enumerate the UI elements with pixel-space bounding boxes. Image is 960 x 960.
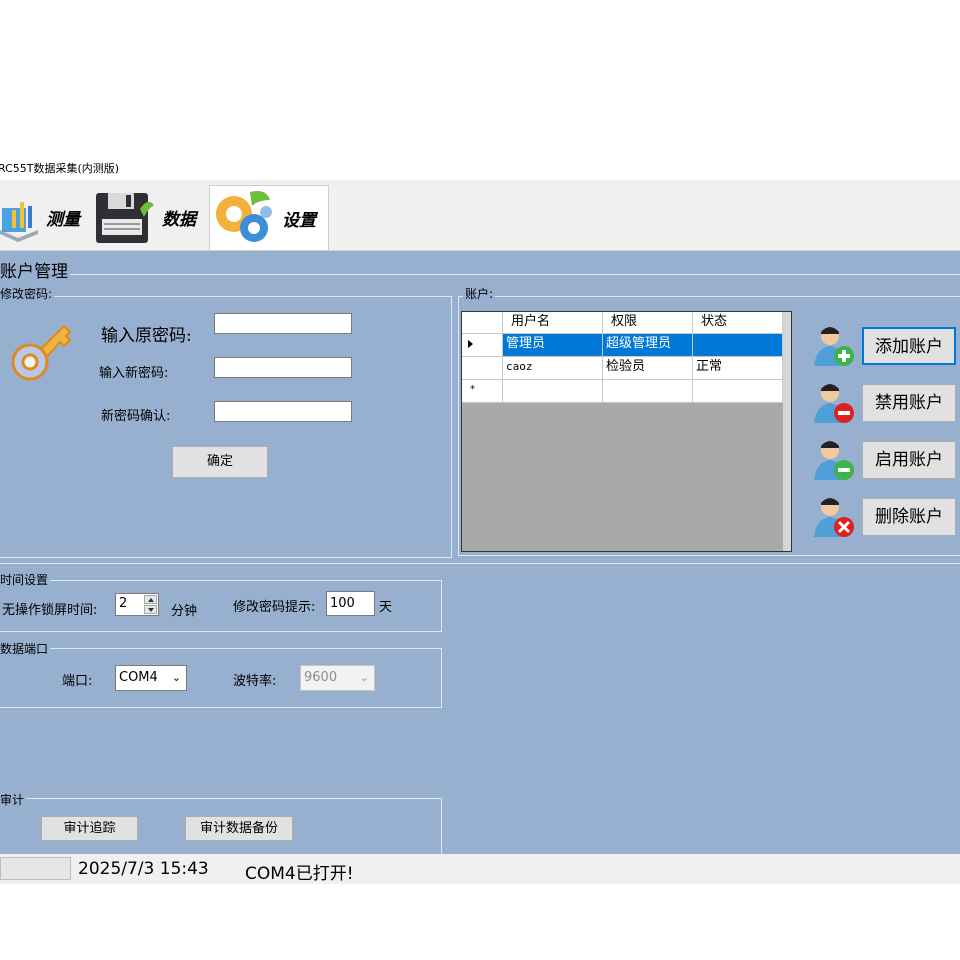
status-bar: 2025/7/3 15:43 COM4已打开! [0, 854, 960, 884]
chevron-up-icon [148, 598, 154, 602]
lock-time-unit: 分钟 [171, 604, 198, 619]
disable-user-icon [814, 384, 854, 423]
measure-icon [0, 202, 38, 242]
table-row-cell-permission[interactable]: 超级管理员 [603, 334, 693, 357]
delete-account-button[interactable]: 删除账户 [862, 498, 956, 536]
confirm-password-input[interactable] [214, 401, 352, 422]
audit-title: 审计 [0, 793, 27, 807]
chevron-down-icon: ⌄ [359, 671, 369, 684]
port-select[interactable]: COM4 ⌄ [115, 665, 187, 691]
new-password-label: 输入新密码: [99, 366, 169, 381]
old-password-input[interactable] [214, 313, 352, 334]
row-header-selected[interactable] [462, 334, 503, 357]
change-password-title: 修改密码: [0, 287, 55, 301]
tab-data[interactable]: 数据 [94, 185, 208, 249]
main-toolbar: 测量 数据 设置 [0, 180, 960, 251]
delete-user-icon [814, 498, 854, 537]
old-password-label: 输入原密码: [101, 326, 192, 346]
baud-rate-value: 9600 [304, 670, 338, 685]
new-password-input[interactable] [214, 357, 352, 378]
lock-time-spinner[interactable]: 2 [115, 593, 159, 616]
table-row-cell-username[interactable]: caoz [503, 357, 603, 380]
enable-account-button[interactable]: 启用账户 [862, 441, 956, 479]
chevron-down-icon: ⌄ [171, 671, 181, 684]
spinner-up-button[interactable] [144, 595, 157, 604]
table-corner-header [462, 312, 503, 334]
lock-time-label: 无操作锁屏时间: [2, 603, 98, 618]
tab-measure[interactable]: 测量 [0, 185, 88, 249]
add-user-icon [814, 327, 854, 366]
new-row-marker[interactable]: * [462, 380, 503, 403]
table-row-cell-permission[interactable]: 检验员 [603, 357, 693, 380]
account-management-title: 账户管理 [0, 262, 70, 282]
password-hint-label: 修改密码提示: [233, 600, 316, 615]
current-row-arrow-icon [468, 340, 473, 348]
port-label: 端口: [62, 674, 93, 689]
audit-backup-button[interactable]: 审计数据备份 [185, 816, 293, 841]
column-header-status[interactable]: 状态 [693, 312, 783, 334]
key-icon [11, 324, 72, 381]
confirm-password-label: 新密码确认: [101, 409, 171, 424]
new-row-cell[interactable] [693, 380, 783, 403]
accounts-title: 账户: [463, 287, 496, 301]
audit-trace-button[interactable]: 审计追踪 [41, 816, 138, 841]
tab-data-label: 数据 [162, 209, 196, 230]
window-title: RC55T数据采集(内测版) [0, 162, 120, 175]
add-account-button[interactable]: 添加账户 [862, 327, 956, 365]
table-row-cell-status[interactable] [693, 334, 783, 357]
time-settings-title: 时间设置 [0, 573, 51, 587]
status-datetime: 2025/7/3 15:43 [78, 859, 209, 879]
table-vertical-scrollbar[interactable] [783, 312, 791, 551]
disable-account-button[interactable]: 禁用账户 [862, 384, 956, 422]
confirm-password-button[interactable]: 确定 [172, 446, 268, 478]
tab-measure-label: 测量 [46, 209, 80, 230]
password-hint-days-input[interactable]: 100 [326, 591, 375, 616]
new-row-cell[interactable] [603, 380, 693, 403]
spinner-down-button[interactable] [144, 605, 157, 614]
chevron-down-icon [148, 608, 154, 612]
table-row-cell-username[interactable]: 管理员 [503, 334, 603, 357]
floppy-save-icon [96, 193, 154, 243]
window-title-bar: RC55T数据采集(内测版) [0, 160, 960, 180]
enable-user-icon [814, 441, 854, 480]
password-hint-unit: 天 [379, 600, 393, 615]
status-progress-bar [0, 857, 71, 880]
column-header-permission[interactable]: 权限 [603, 312, 693, 334]
column-header-username[interactable]: 用户名 [503, 312, 603, 334]
lock-time-value: 2 [119, 596, 128, 611]
gears-settings-icon [216, 191, 272, 242]
accounts-table[interactable]: 用户名 权限 状态 管理员 超级管理员 caoz 检验员 正常 * [461, 311, 792, 552]
new-row-cell[interactable] [503, 380, 603, 403]
status-message: COM4已打开! [245, 864, 354, 884]
port-select-value: COM4 [119, 670, 158, 685]
tab-settings[interactable]: 设置 [209, 185, 329, 251]
row-header[interactable] [462, 357, 503, 380]
data-port-title: 数据端口 [0, 642, 51, 656]
baud-rate-label: 波特率: [233, 674, 277, 689]
baud-rate-select: 9600 ⌄ [300, 665, 375, 691]
table-row-cell-status[interactable]: 正常 [693, 357, 783, 380]
tab-settings-label: 设置 [282, 210, 316, 231]
